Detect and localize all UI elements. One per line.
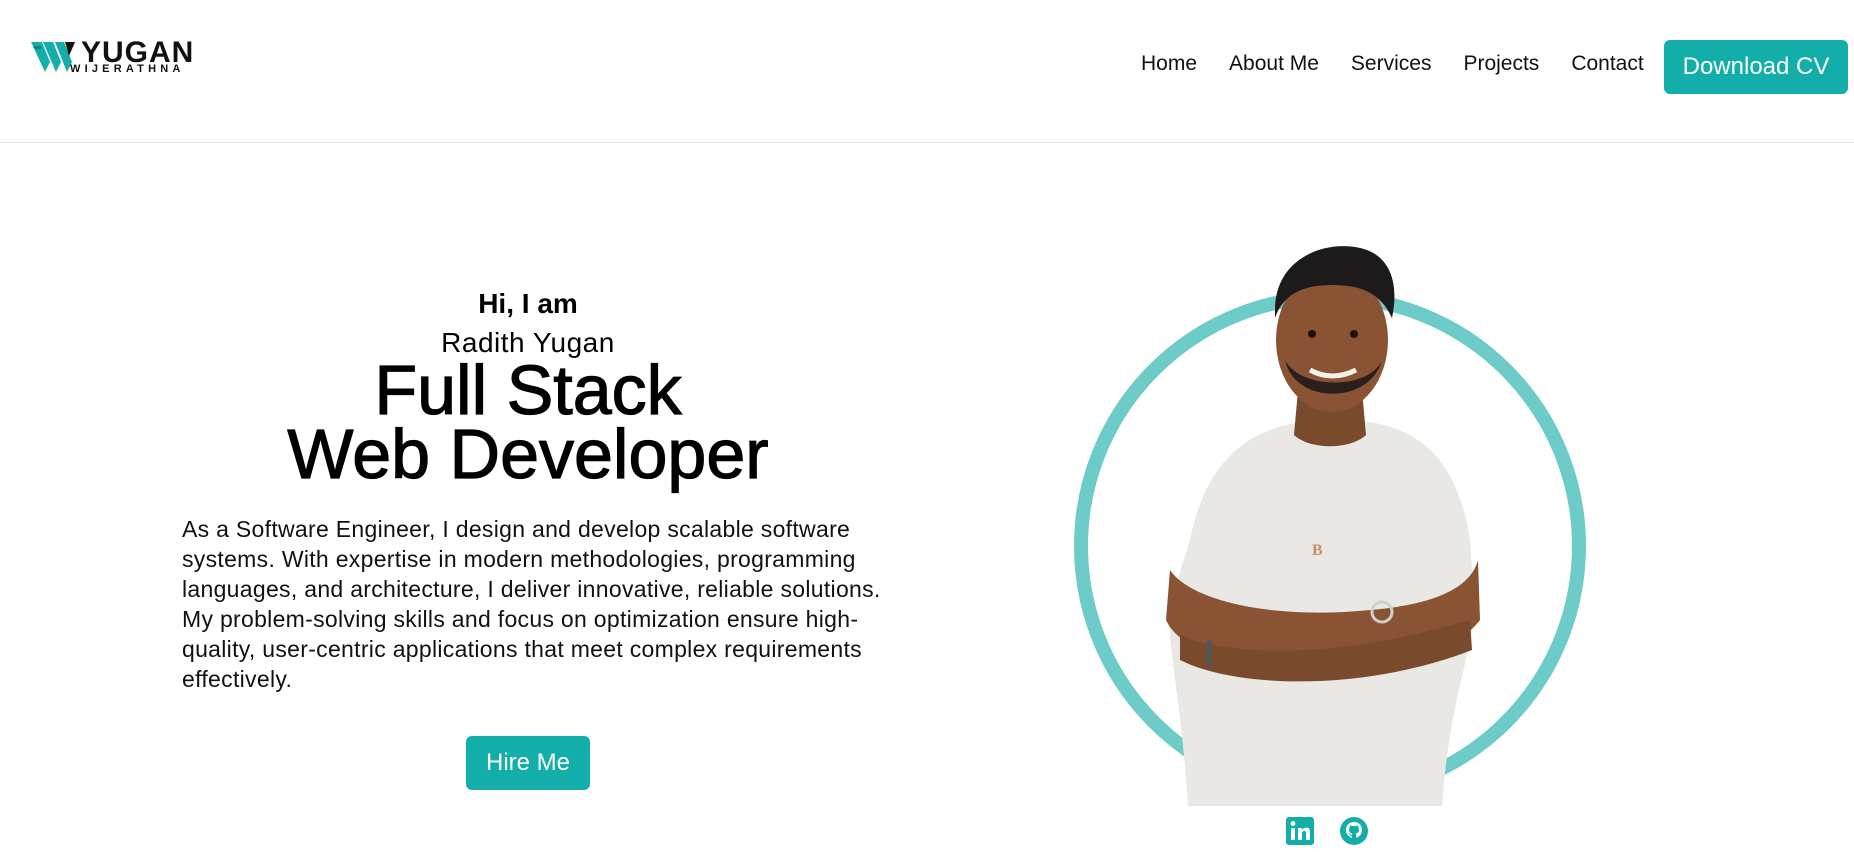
svg-text:B: B — [1312, 542, 1323, 559]
site-header: YUGAN WIJERATHNA Home About Me Services … — [0, 0, 1854, 143]
logo-subtitle: WIJERATHNA — [70, 63, 185, 75]
nav-item-projects[interactable]: Projects — [1463, 52, 1539, 76]
nav-item-home[interactable]: Home — [1141, 52, 1197, 76]
download-cv-button[interactable]: Download CV — [1664, 40, 1848, 94]
profile-portrait: B — [1074, 246, 1586, 806]
nav-item-services[interactable]: Services — [1351, 52, 1432, 76]
hero-bio: As a Software Engineer, I design and dev… — [182, 516, 881, 692]
hero-role-title: Full Stack Web Developer — [0, 351, 1056, 493]
hero-role-line-1: Full Stack — [374, 351, 683, 429]
social-links — [1285, 816, 1369, 846]
site-logo[interactable]: YUGAN WIJERATHNA — [31, 36, 193, 78]
nav-item-about-me[interactable]: About Me — [1229, 52, 1319, 76]
github-icon[interactable] — [1339, 816, 1369, 846]
main-nav: Home About Me Services Projects Contact — [1141, 52, 1676, 76]
hero-role-line-2: Web Developer — [287, 415, 769, 493]
hire-me-button[interactable]: Hire Me — [466, 736, 590, 790]
nav-item-contact[interactable]: Contact — [1571, 52, 1643, 76]
linkedin-icon[interactable] — [1285, 816, 1315, 846]
hero-greeting: Hi, I am — [478, 288, 578, 319]
